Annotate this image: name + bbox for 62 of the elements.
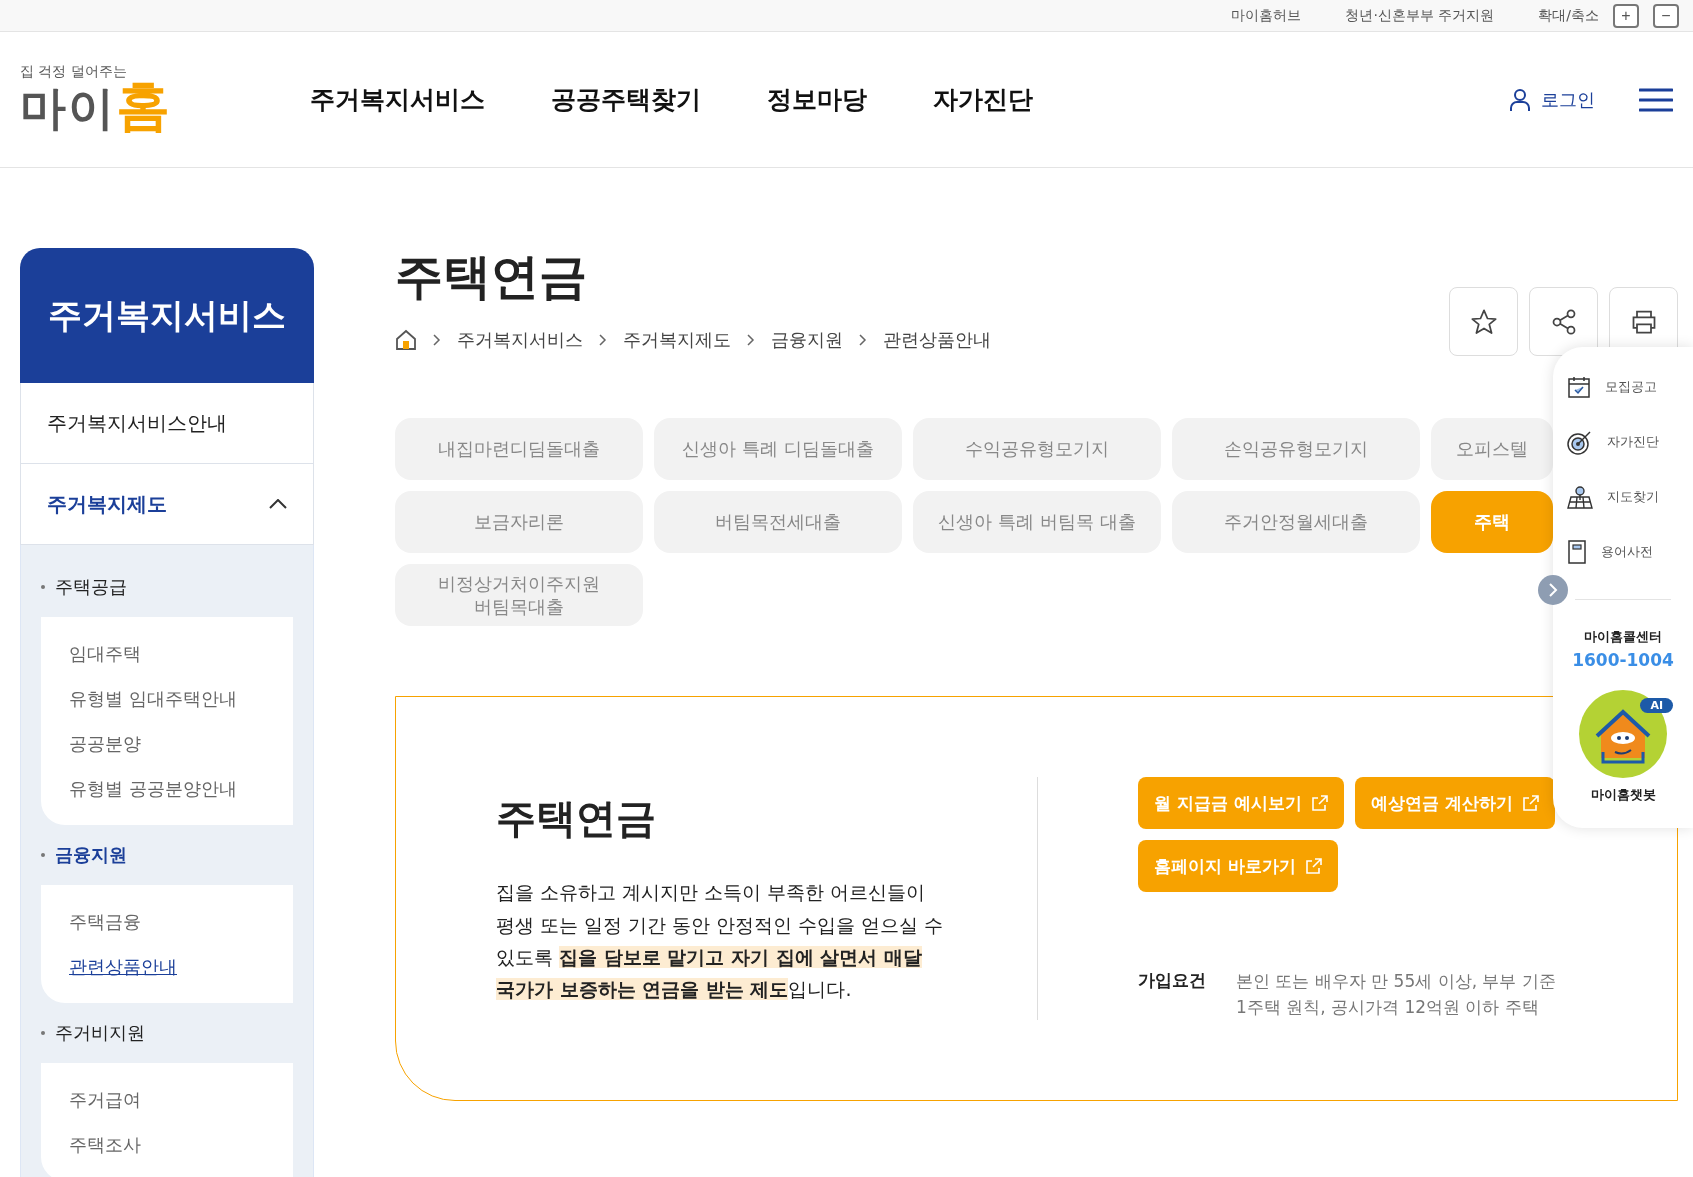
breadcrumb-link[interactable]: 금융지원 xyxy=(771,327,843,352)
nav-link[interactable]: 정보마당 xyxy=(767,83,867,116)
quick-menu-item[interactable]: 지도찾기 xyxy=(1567,469,1679,524)
quick-menu-item[interactable]: 모집공고 xyxy=(1567,359,1679,414)
sidebar-item[interactable]: 주거복지서비스안내 xyxy=(20,383,314,464)
book-icon xyxy=(1567,539,1587,564)
ai-badge: AI xyxy=(1640,698,1673,713)
nav-link[interactable]: 공공주택찾기 xyxy=(551,83,701,116)
sidebar-link[interactable]: 유형별 공공분양안내 xyxy=(69,766,265,811)
utility-link[interactable]: 마이홈허브 xyxy=(1231,6,1302,25)
sidebar-link[interactable]: 관련상품안내 xyxy=(69,944,265,989)
description: 집을 소유하고 계시지만 소득이 부족한 어르신들이 평생 또는 일정 기간 동안 안정적인 수입을 얻으실 수 있도록 집을 담보로 맡기고 자기 집에 살면서 매달 국가가 보증하는 연금을 받는 제도입니다. xyxy=(496,880,945,1003)
login-link[interactable]: 로그인 xyxy=(1541,87,1595,112)
nav-link[interactable]: 자가진단 xyxy=(933,83,1033,116)
requirement-text: 1주택 원칙, 공시가격 12억원 이하 주택 xyxy=(1236,995,1540,1019)
chevron-right-icon xyxy=(433,333,441,346)
zoom-out-button[interactable]: − xyxy=(1653,3,1679,28)
external-link-icon xyxy=(1305,858,1322,874)
page-title: 주택연금 xyxy=(395,248,588,306)
sidebar-link[interactable]: 주거급여 xyxy=(69,1077,265,1122)
chatbot-icon[interactable] xyxy=(1579,690,1667,778)
favorite-button[interactable] xyxy=(1449,287,1518,356)
chevron-right-icon xyxy=(599,333,607,346)
chevron-icon xyxy=(269,499,287,509)
card-title: 주택연금 xyxy=(496,794,657,844)
sidebar-link[interactable]: 임대주택 xyxy=(69,631,265,676)
zoom-in-button[interactable]: + xyxy=(1613,3,1639,28)
call-center-number: 1600-1004 xyxy=(1572,650,1674,670)
sidebar-group[interactable]: 주거비지원 xyxy=(41,1003,293,1063)
calendar-icon xyxy=(1567,374,1591,399)
sidebar-link[interactable]: 공공분양 xyxy=(69,721,265,766)
target-icon xyxy=(1567,428,1593,455)
sidebar-link[interactable]: 주택조사 xyxy=(69,1122,265,1167)
external-link-icon xyxy=(1522,795,1539,811)
quick-menu-item[interactable]: 용어사전 xyxy=(1567,524,1679,579)
collapse-button[interactable] xyxy=(1538,575,1568,605)
map-pin-icon xyxy=(1567,484,1593,509)
call-center-label: 마이홈콜센터 xyxy=(1584,628,1662,646)
chatbot-label[interactable]: 마이홈챗봇 xyxy=(1590,786,1656,804)
sidebar-group[interactable]: 금융지원 xyxy=(41,825,293,885)
breadcrumb-link[interactable]: 주거복지서비스 xyxy=(457,327,583,352)
external-link-icon xyxy=(1311,795,1328,811)
home-icon[interactable] xyxy=(395,328,417,351)
sidebar-title: 주거복지서비스 xyxy=(20,248,314,383)
star-icon xyxy=(1469,307,1498,336)
quick-menu-item[interactable]: 자가진단 xyxy=(1567,414,1679,469)
breadcrumb-link[interactable]: 관련상품안내 xyxy=(883,327,991,352)
share-button[interactable] xyxy=(1529,287,1598,356)
zoom-label: 확대/축소 xyxy=(1538,6,1599,25)
chevron-right-icon xyxy=(859,333,867,346)
logo[interactable]: 집 걱정 덜어주는 마이 홈 xyxy=(20,64,270,135)
requirement-text: 본인 또는 배우자 만 55세 이상, 부부 기준 xyxy=(1236,970,1556,993)
nav-link[interactable]: 주거복지서비스 xyxy=(310,83,485,116)
utility-link[interactable]: 청년·신혼부부 주거지원 xyxy=(1345,6,1495,25)
sidebar-group[interactable]: 주택공급 xyxy=(41,557,293,617)
sidebar-link[interactable]: 주택금융 xyxy=(69,899,265,944)
user-icon xyxy=(1509,87,1531,112)
sidebar-link[interactable]: 유형별 임대주택안내 xyxy=(69,676,265,721)
requirement-label: 가입요건 xyxy=(1138,969,1206,992)
chevron-right-icon xyxy=(747,333,755,346)
menu-icon[interactable] xyxy=(1639,87,1673,112)
breadcrumb-link[interactable]: 주거복지제도 xyxy=(623,327,731,352)
